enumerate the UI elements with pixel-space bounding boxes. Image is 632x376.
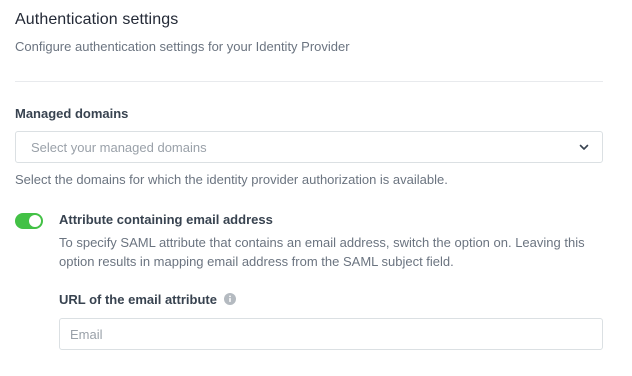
page-title: Authentication settings [15,11,179,28]
email-attribute-url-label: URL of the email attribute [59,292,217,307]
section-divider [15,81,603,82]
email-attribute-url-input[interactable] [59,318,603,350]
chevron-down-icon [579,144,589,150]
managed-domains-select[interactable]: Select your managed domains [15,131,603,163]
email-attribute-toggle-label: Attribute containing email address [59,212,273,227]
managed-domains-placeholder: Select your managed domains [31,140,207,155]
toggle-knob [29,215,41,227]
email-attribute-toggle[interactable] [15,213,43,229]
authentication-settings-panel: Authentication settings Configure authen… [0,0,632,376]
page-subtitle: Configure authentication settings for yo… [15,39,350,54]
info-icon[interactable] [224,293,236,305]
managed-domains-helper: Select the domains for which the identit… [15,172,448,187]
email-attribute-toggle-description: To specify SAML attribute that contains … [59,235,585,269]
managed-domains-label: Managed domains [15,106,129,121]
